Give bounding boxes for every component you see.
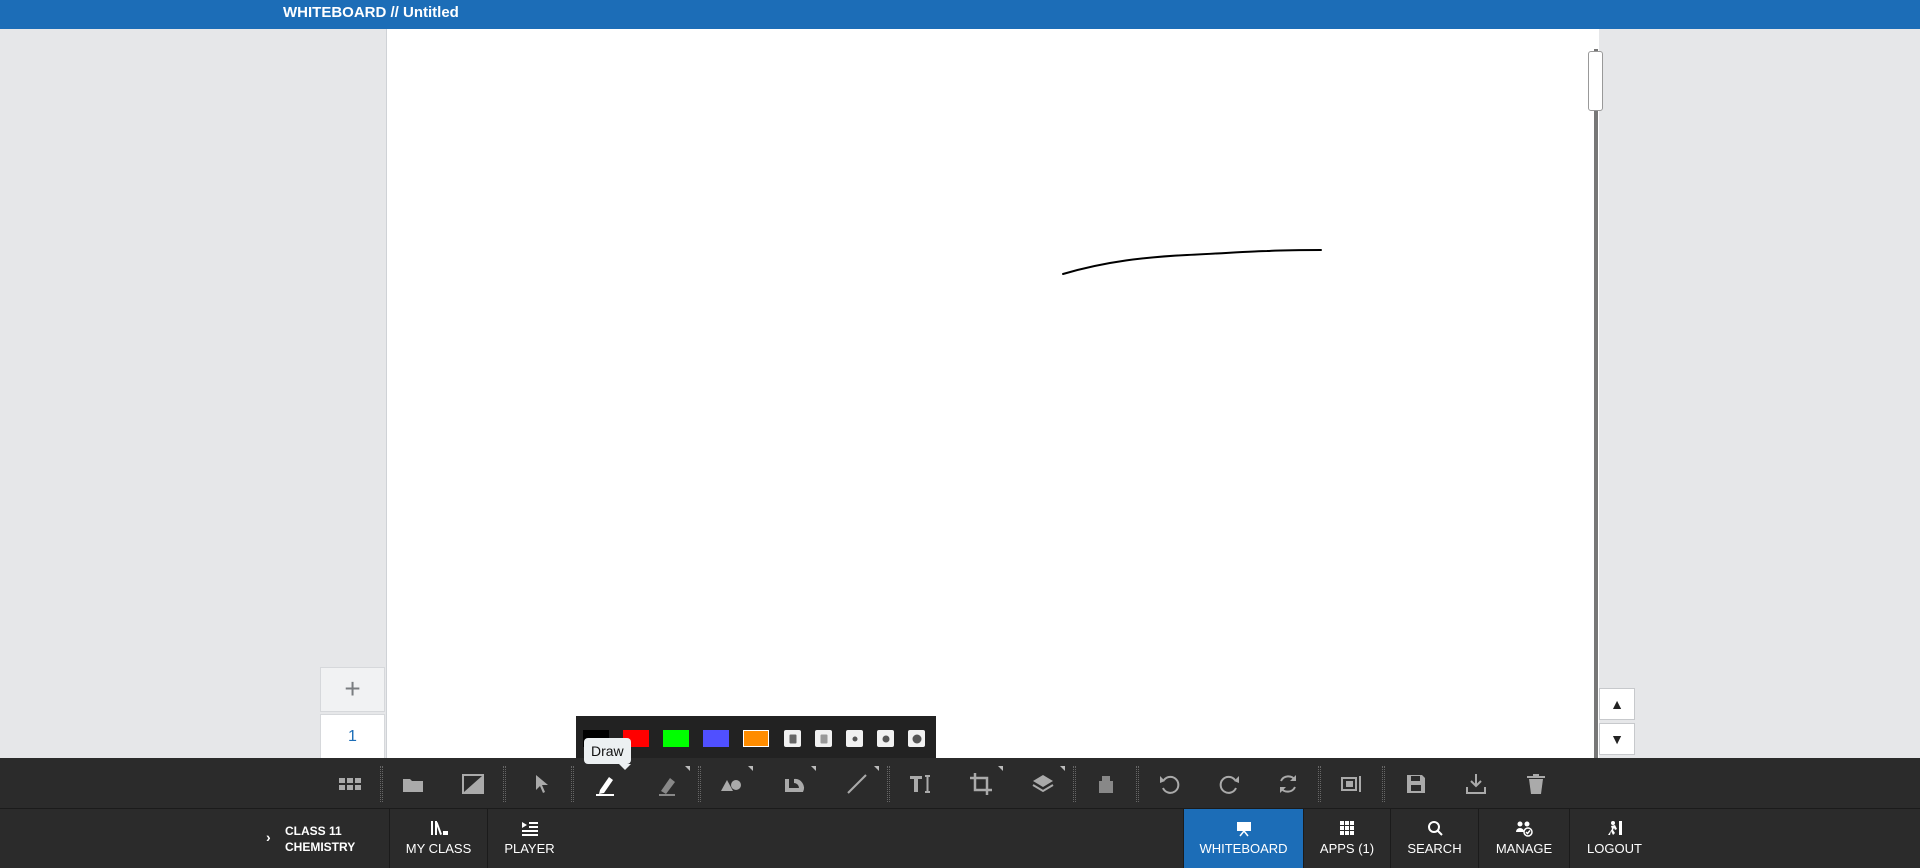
toolbar-divider <box>1073 766 1076 802</box>
color-swatch-blue[interactable] <box>703 730 729 747</box>
nav-my-class[interactable]: MY CLASS <box>389 809 487 868</box>
protractor-icon[interactable] <box>776 766 816 802</box>
nav-search[interactable]: SEARCH <box>1390 809 1478 868</box>
undo-icon[interactable] <box>1152 766 1188 802</box>
line-icon[interactable] <box>839 766 879 802</box>
toolbar-divider <box>571 766 574 802</box>
nav-player[interactable]: PLAYER <box>487 809 571 868</box>
nav-label: MANAGE <box>1495 841 1553 856</box>
draw-tooltip: Draw <box>584 738 631 770</box>
download-icon[interactable] <box>1458 766 1494 802</box>
nav-label: APPS (1) <box>1319 841 1375 856</box>
grid-icon[interactable] <box>332 766 368 802</box>
eraser-large-icon[interactable] <box>815 730 832 747</box>
text-icon[interactable] <box>902 766 938 802</box>
main-toolbar <box>0 758 1920 808</box>
class-selector[interactable]: › CLASS 11 CHEMISTRY <box>266 821 386 857</box>
nav-apps[interactable]: APPS (1) <box>1303 809 1390 868</box>
nav-label: PLAYER <box>504 841 555 856</box>
nav-logout[interactable]: LOGOUT <box>1569 809 1659 868</box>
window-title: WHITEBOARD // Untitled <box>283 4 459 21</box>
toolbar-divider <box>1136 766 1139 802</box>
toolbar-divider <box>380 766 383 802</box>
save-icon[interactable] <box>1398 766 1434 802</box>
whiteboard-canvas[interactable] <box>386 29 1599 758</box>
scrollbar-thumb[interactable] <box>1588 51 1603 111</box>
apps-grid-icon <box>1340 821 1354 835</box>
toolbar-divider <box>503 766 506 802</box>
eraser-small-icon[interactable] <box>784 730 801 747</box>
freehand-stroke[interactable] <box>1062 249 1322 275</box>
nav-label: LOGOUT <box>1587 841 1642 856</box>
page-thumbnail[interactable]: 1 <box>320 714 385 759</box>
layers-icon[interactable] <box>1025 766 1065 802</box>
fit-screen-icon[interactable] <box>1334 766 1370 802</box>
color-swatch-green[interactable] <box>663 730 689 747</box>
whiteboard-icon <box>1236 822 1251 837</box>
page-down-button[interactable]: ▼ <box>1599 723 1635 755</box>
canvas-vertical-scrollbar[interactable]: ⌄ <box>1588 49 1605 785</box>
add-page-button[interactable]: + <box>320 667 385 712</box>
scrollbar-track[interactable] <box>1594 49 1598 767</box>
nav-label: WHITEBOARD <box>1199 841 1288 856</box>
toolbar-divider <box>1318 766 1321 802</box>
playlist-icon <box>521 822 538 836</box>
manage-users-icon <box>1516 821 1533 837</box>
pen-size-small-icon[interactable] <box>846 730 863 747</box>
nav-manage[interactable]: MANAGE <box>1478 809 1569 868</box>
background-icon[interactable] <box>455 766 491 802</box>
library-icon <box>430 821 448 835</box>
crop-icon[interactable] <box>963 766 1003 802</box>
class-name: CLASS 11 <box>285 824 342 838</box>
highlighter-icon[interactable] <box>650 766 690 802</box>
toolbar-divider <box>698 766 701 802</box>
delete-icon[interactable] <box>1518 766 1554 802</box>
logout-icon <box>1607 821 1622 835</box>
shapes-icon[interactable] <box>713 766 753 802</box>
bottom-navigation: › CLASS 11 CHEMISTRY MY CLASS PLAYER WHI… <box>0 808 1920 868</box>
page-up-button[interactable]: ▲ <box>1599 688 1635 720</box>
toolbar-divider <box>887 766 890 802</box>
drawing-layer[interactable] <box>387 29 1600 758</box>
pen-size-medium-icon[interactable] <box>877 730 894 747</box>
chevron-right-icon: › <box>266 829 271 845</box>
refresh-icon[interactable] <box>1270 766 1306 802</box>
redo-icon[interactable] <box>1211 766 1247 802</box>
page-panel: + 1 <box>320 667 385 759</box>
subject-name: CHEMISTRY <box>285 840 356 854</box>
search-icon <box>1427 821 1443 836</box>
nav-label: SEARCH <box>1407 841 1462 856</box>
pen-size-large-icon[interactable] <box>908 730 925 747</box>
nav-whiteboard[interactable]: WHITEBOARD <box>1183 809 1303 868</box>
pen-icon[interactable] <box>587 766 623 802</box>
eraser-icon[interactable] <box>1088 766 1124 802</box>
toolbar-divider <box>1382 766 1385 802</box>
pointer-icon[interactable] <box>524 766 560 802</box>
nav-label: MY CLASS <box>405 841 472 856</box>
title-bar: WHITEBOARD // Untitled <box>0 0 1920 29</box>
color-swatch-orange[interactable] <box>743 730 769 747</box>
folder-icon[interactable] <box>395 766 431 802</box>
